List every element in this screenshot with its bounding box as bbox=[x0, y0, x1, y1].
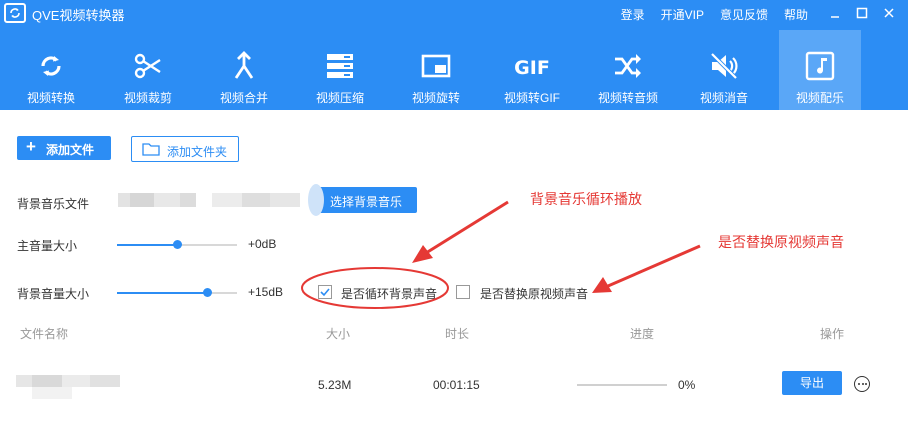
loop-label: 是否循环背景声音 bbox=[341, 287, 438, 301]
top-bar: QVE视频转换器 登录 开通VIP 意见反馈 帮助 视频转换 视频裁剪 视频合并… bbox=[0, 0, 908, 110]
vip-link[interactable]: 开通VIP bbox=[661, 6, 704, 23]
tab-label: 视频合并 bbox=[219, 91, 268, 105]
tab-label: 视频配乐 bbox=[795, 91, 844, 105]
file-size: 5.23M bbox=[318, 378, 352, 392]
title-bar: QVE视频转换器 登录 开通VIP 意见反馈 帮助 bbox=[0, 0, 908, 26]
col-header-action: 操作 bbox=[820, 327, 845, 341]
select-bgm-button[interactable]: 选择背景音乐 bbox=[308, 184, 417, 216]
more-options-icon[interactable] bbox=[854, 376, 870, 392]
bgm-file-label: 背景音乐文件 bbox=[17, 197, 90, 211]
bg-volume-fill bbox=[117, 292, 207, 294]
annotation-arrow-replace bbox=[592, 244, 701, 293]
feedback-link[interactable]: 意见反馈 bbox=[720, 6, 768, 23]
minimize-icon[interactable] bbox=[826, 4, 844, 22]
tab-video-rotate[interactable]: 视频旋转 bbox=[395, 30, 477, 110]
refresh-icon bbox=[35, 50, 67, 82]
loop-checkbox[interactable] bbox=[318, 285, 332, 299]
tab-video-music[interactable]: 视频配乐 bbox=[779, 30, 861, 110]
main-volume-value: +0dB bbox=[248, 237, 277, 251]
col-header-name: 文件名称 bbox=[20, 327, 69, 341]
replace-audio-checkbox[interactable] bbox=[456, 285, 470, 299]
svg-text:GIF: GIF bbox=[514, 57, 550, 79]
add-file-label: 添加文件 bbox=[46, 143, 95, 157]
col-header-size: 大小 bbox=[326, 327, 351, 341]
close-icon[interactable] bbox=[880, 4, 898, 22]
tab-video-crop[interactable]: 视频裁剪 bbox=[107, 30, 189, 110]
plus-icon: + bbox=[26, 137, 36, 156]
app-logo-icon bbox=[4, 3, 26, 23]
merge-icon bbox=[228, 50, 260, 82]
tab-video-mute[interactable]: 视频消音 bbox=[683, 30, 765, 110]
bg-volume-knob[interactable] bbox=[203, 288, 212, 297]
annotation-arrow-loop bbox=[412, 200, 509, 263]
bg-volume-slider[interactable] bbox=[117, 288, 237, 297]
progress-bar bbox=[577, 384, 667, 386]
bg-volume-value: +15dB bbox=[248, 285, 284, 299]
bg-volume-label: 背景音量大小 bbox=[17, 287, 90, 301]
mute-icon bbox=[708, 50, 740, 82]
add-file-button[interactable]: + 添加文件 bbox=[17, 136, 111, 160]
app-title: QVE视频转换器 bbox=[32, 8, 125, 23]
tab-video-merge[interactable]: 视频合并 bbox=[203, 30, 285, 110]
main-volume-slider[interactable] bbox=[117, 240, 237, 249]
tab-label: 视频消音 bbox=[699, 91, 748, 105]
folder-icon bbox=[142, 142, 160, 159]
tab-label: 视频裁剪 bbox=[123, 91, 172, 105]
tab-label: 视频转换 bbox=[26, 91, 75, 105]
tab-video-compress[interactable]: 视频压缩 bbox=[299, 30, 381, 110]
login-link[interactable]: 登录 bbox=[621, 6, 645, 23]
help-link[interactable]: 帮助 bbox=[784, 6, 808, 23]
main-volume-label: 主音量大小 bbox=[17, 239, 78, 253]
col-header-duration: 时长 bbox=[445, 327, 470, 341]
annotation-loop-note: 背景音乐循环播放 bbox=[530, 191, 642, 207]
tab-video-to-gif[interactable]: GIF 视频转GIF bbox=[491, 30, 573, 110]
add-folder-button[interactable]: 添加文件夹 bbox=[131, 136, 239, 162]
title-links: 登录 开通VIP 意见反馈 帮助 bbox=[621, 6, 808, 23]
maximize-icon[interactable] bbox=[853, 4, 871, 22]
col-header-progress: 进度 bbox=[630, 327, 655, 341]
file-duration: 00:01:15 bbox=[433, 378, 480, 392]
tab-video-convert[interactable]: 视频转换 bbox=[10, 30, 92, 110]
export-button[interactable]: 导出 bbox=[782, 371, 842, 395]
compress-icon bbox=[324, 50, 356, 82]
replace-audio-label: 是否替换原视频声音 bbox=[480, 287, 589, 301]
scissors-icon bbox=[132, 50, 164, 82]
check-icon bbox=[320, 288, 330, 297]
select-bgm-notch bbox=[308, 184, 324, 216]
tab-label: 视频转音频 bbox=[597, 91, 658, 105]
select-bgm-label: 选择背景音乐 bbox=[330, 195, 403, 209]
main-volume-fill bbox=[117, 244, 177, 246]
tab-video-to-audio[interactable]: 视频转音频 bbox=[587, 30, 669, 110]
shuffle-icon bbox=[612, 50, 644, 82]
music-note-icon bbox=[804, 50, 836, 82]
add-folder-label: 添加文件夹 bbox=[167, 145, 228, 159]
gif-icon: GIF bbox=[514, 50, 550, 82]
bgm-file-input[interactable] bbox=[104, 187, 316, 213]
annotation-replace-note: 是否替换原视频声音 bbox=[718, 234, 844, 250]
tab-label: 视频转GIF bbox=[504, 91, 560, 105]
rotate-icon bbox=[420, 50, 452, 82]
tab-label: 视频压缩 bbox=[315, 91, 364, 105]
tab-label: 视频旋转 bbox=[411, 91, 460, 105]
file-thumbnail bbox=[16, 373, 120, 401]
main-volume-knob[interactable] bbox=[173, 240, 182, 249]
progress-percent: 0% bbox=[678, 378, 696, 392]
toolbar: 视频转换 视频裁剪 视频合并 视频压缩 视频旋转 GIF 视频转GIF 视频转音… bbox=[0, 30, 908, 110]
